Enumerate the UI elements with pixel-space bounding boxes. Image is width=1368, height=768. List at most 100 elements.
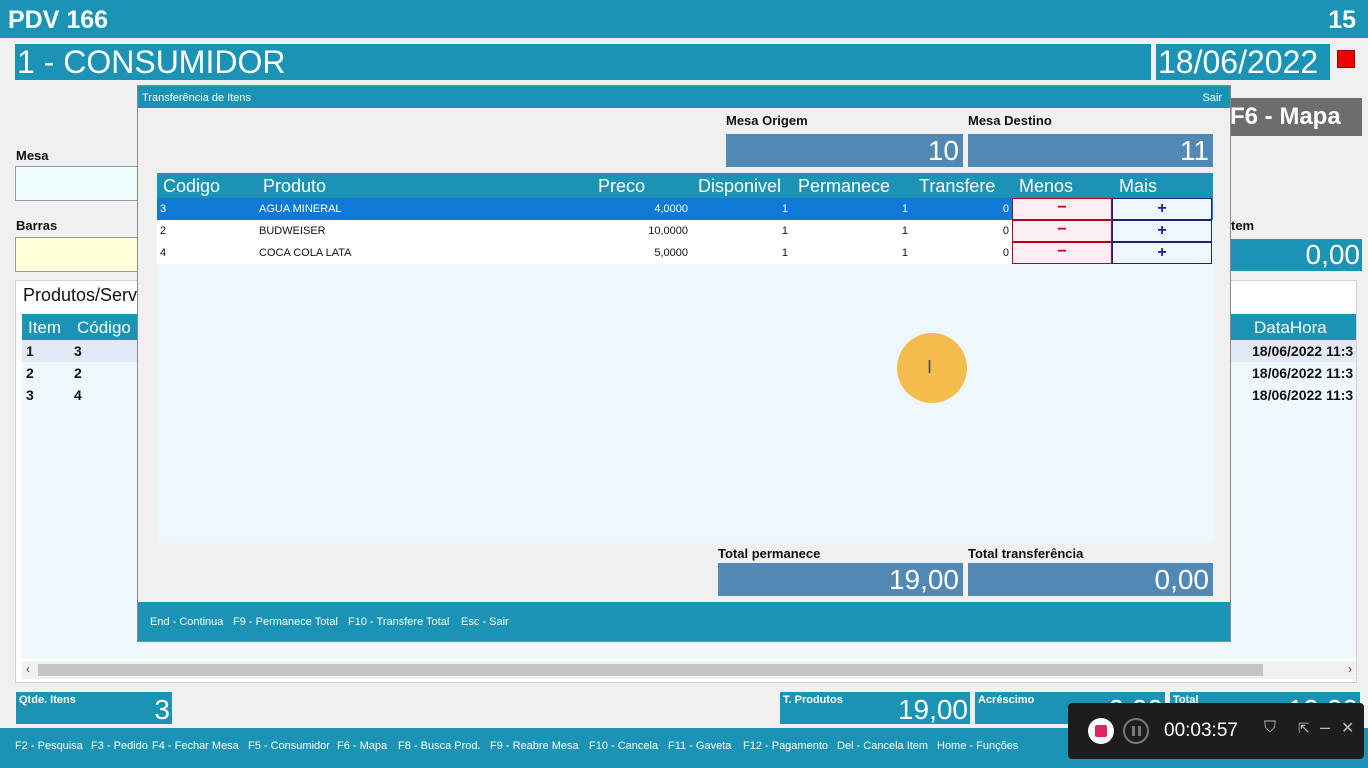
col-codigo: Codigo (163, 176, 221, 196)
acresc-label: Acréscimo (978, 694, 1035, 706)
mesa-label: Mesa (16, 148, 49, 163)
popout-icon[interactable]: ⇱ (1298, 720, 1310, 737)
col-produto: Produto (263, 176, 327, 196)
fkey-del[interactable]: Del - Cancela Item (837, 740, 928, 752)
cell-disponivel: 1 (781, 203, 788, 215)
col-menos: Menos (1019, 176, 1074, 196)
dialog-shortcut-bar: End - Continua F9 - Permanece Total F10 … (138, 602, 1230, 641)
shortcut-end[interactable]: End - Continua (150, 616, 223, 628)
total-transferencia-value: 0,00 (968, 563, 1213, 596)
cell-transfere: 0 (1002, 247, 1009, 259)
fkey-f5[interactable]: F5 - Consumidor (248, 740, 330, 752)
shield-icon[interactable]: ⛉ (1264, 719, 1276, 737)
text-cursor-icon: I (927, 357, 933, 377)
shortcut-f9[interactable]: F9 - Permanece Total (233, 616, 338, 628)
tprod-value: 19,00 (897, 694, 968, 725)
scroll-thumb[interactable] (38, 664, 1263, 676)
table-row[interactable]: 3 AGUA MINERAL 4,0000 1 1 0 − + (157, 198, 1213, 220)
cell-preco: 4,0000 (654, 203, 688, 215)
transfer-dialog: Transferência de Itens Sair Mesa Origem … (137, 85, 1231, 642)
table-row[interactable]: 4 COCA COLA LATA 5,0000 1 1 0 − + (157, 242, 1213, 264)
destino-value: 11 (968, 134, 1213, 167)
scroll-right-icon[interactable]: › (1348, 662, 1352, 676)
date-display: 18/06/2022 (1156, 44, 1330, 80)
pdv-number: 15 (1328, 6, 1356, 34)
col-datahora: DataHora (1254, 318, 1327, 337)
grid-header: Codigo Produto Preco Disponivel Permanec… (157, 173, 1213, 198)
fkey-f10[interactable]: F10 - Cancela (589, 740, 658, 752)
cell-disponivel: 1 (781, 247, 788, 259)
table-row[interactable]: 2 BUDWEISER 10,0000 1 1 0 − + (157, 220, 1213, 242)
cell-produto: BUDWEISER (259, 225, 326, 237)
cell-codigo: 2 (160, 225, 167, 237)
shortcut-esc[interactable]: Esc - Sair (461, 616, 509, 628)
fkey-home[interactable]: Home - Funções (937, 740, 1018, 752)
minimize-icon[interactable]: – (1320, 717, 1330, 738)
plus-button[interactable]: + (1112, 220, 1212, 242)
barras-label: Barras (16, 218, 58, 233)
col-mais: Mais (1119, 176, 1158, 196)
cell-preco: 10,0000 (648, 225, 688, 237)
cell-permanece: 1 (901, 225, 908, 237)
products-title: Produtos/Serv (23, 285, 138, 305)
col-preco: Preco (598, 176, 646, 196)
recording-timer: 00:03:57 (1164, 720, 1238, 741)
cell-codigo: 3 (160, 203, 167, 215)
plus-button[interactable]: + (1112, 242, 1212, 264)
list-item-code: 3 (74, 343, 82, 359)
list-item-datetime: 18/06/2022 11:3 (1252, 387, 1354, 403)
col-disponivel: Disponivel (698, 176, 782, 196)
dialog-title: Transferência de Itens (142, 92, 252, 104)
cell-codigo: 4 (160, 247, 167, 259)
cell-permanece: 1 (901, 203, 908, 215)
total-transferencia-label: Total transferência (968, 546, 1084, 561)
plus-button[interactable]: + (1112, 198, 1212, 220)
cursor-highlight: I (897, 333, 967, 403)
cell-produto: AGUA MINERAL (259, 203, 342, 215)
qtde-itens-box: Qtde. Itens 3 (16, 692, 172, 725)
fkey-f4[interactable]: F4 - Fechar Mesa (152, 740, 239, 752)
list-item-datetime: 18/06/2022 11:3 (1252, 343, 1354, 359)
fkey-f9[interactable]: F9 - Reabre Mesa (490, 740, 579, 752)
qtde-label: Qtde. Itens (19, 694, 76, 706)
cell-transfere: 0 (1002, 203, 1009, 215)
dialog-close-button[interactable]: Sair (1202, 86, 1222, 110)
dialog-title-bar: Transferência de Itens (138, 86, 1230, 108)
list-item-num: 1 (26, 343, 34, 359)
list-item-code: 2 (74, 365, 82, 381)
title-bar: PDV 166 15 (0, 0, 1368, 38)
minus-button[interactable]: − (1012, 198, 1112, 220)
fkey-f6[interactable]: F6 - Mapa (337, 740, 387, 752)
col-permanece: Permanece (798, 176, 891, 196)
pause-icon[interactable] (1123, 718, 1149, 744)
minus-button[interactable]: − (1012, 220, 1112, 242)
fkey-f12[interactable]: F12 - Pagamento (743, 740, 828, 752)
tprod-label: T. Produtos (783, 694, 843, 706)
total-permanece-value: 19,00 (718, 563, 963, 596)
col-codigo: Código (77, 318, 131, 337)
map-button[interactable]: F6 - Mapa (1228, 98, 1362, 136)
scroll-left-icon[interactable]: ‹ (26, 662, 30, 676)
mesa-input[interactable] (15, 166, 140, 201)
screen-recorder-widget: 00:03:57 ⛉ ⇱ – ✕ (1068, 703, 1364, 759)
item-value: 0,00 (1230, 239, 1362, 271)
fkey-f11[interactable]: F11 - Gaveta (668, 740, 731, 752)
cell-transfere: 0 (1002, 225, 1009, 237)
minus-button[interactable]: − (1012, 242, 1112, 264)
shortcut-f10[interactable]: F10 - Transfere Total (348, 616, 449, 628)
barras-input[interactable] (15, 237, 140, 272)
col-transfere: Transfere (919, 176, 996, 196)
total-permanece-label: Total permanece (718, 546, 821, 561)
fkey-f2[interactable]: F2 - Pesquisa (15, 740, 83, 752)
stop-record-icon[interactable] (1088, 718, 1114, 744)
fkey-f8[interactable]: F8 - Busca Prod. (398, 740, 481, 752)
list-item-num: 2 (26, 365, 34, 381)
horizontal-scrollbar[interactable]: ‹ › (22, 661, 1356, 679)
close-icon[interactable]: ✕ (1341, 718, 1354, 738)
col-item: Item (28, 318, 62, 337)
cell-produto: COCA COLA LATA (259, 247, 352, 259)
status-indicator (1337, 50, 1355, 68)
fkey-f3[interactable]: F3 - Pedido (91, 740, 148, 752)
cell-permanece: 1 (901, 247, 908, 259)
list-item-num: 3 (26, 387, 34, 403)
